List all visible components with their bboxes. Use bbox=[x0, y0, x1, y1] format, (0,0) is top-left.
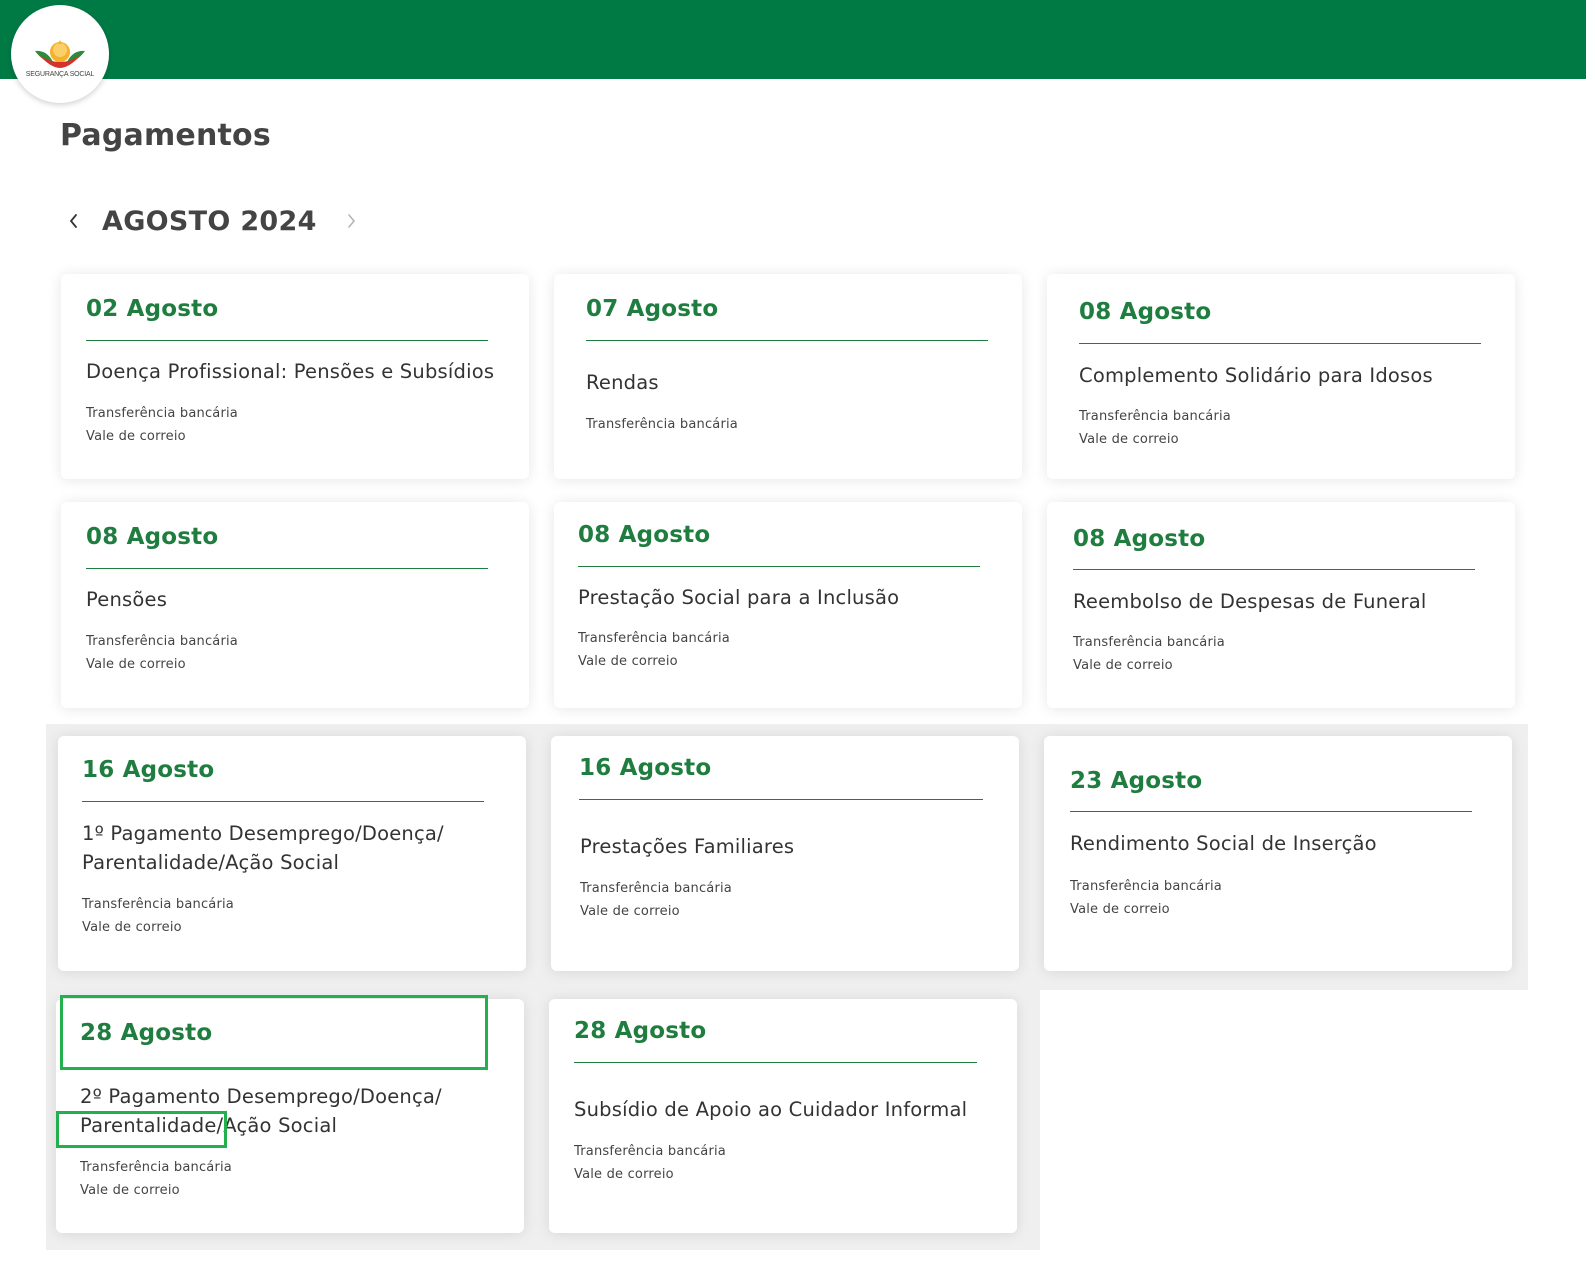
payment-method: Transferência bancária bbox=[580, 881, 732, 896]
card-divider bbox=[1073, 569, 1475, 570]
payment-card[interactable]: 08 Agosto Prestação Social para a Inclus… bbox=[554, 502, 1022, 708]
card-divider bbox=[82, 801, 484, 802]
payment-methods-list: Transferência bancária Vale de correio bbox=[1079, 405, 1231, 451]
payment-title: Pensões bbox=[86, 588, 168, 611]
payment-card[interactable]: 08 Agosto Complemento Solidário para Ido… bbox=[1047, 274, 1515, 479]
payment-method: Vale de correio bbox=[574, 1167, 674, 1182]
payment-methods-list: Transferência bancária Vale de correio bbox=[578, 627, 730, 673]
top-header-bar bbox=[0, 0, 1586, 79]
payment-title: 2º Pagamento Desemprego/Doença/ Parental… bbox=[80, 1082, 442, 1140]
payment-methods-list: Transferência bancária Vale de correio bbox=[580, 877, 732, 923]
payment-methods-list: Transferência bancária Vale de correio bbox=[1073, 631, 1225, 677]
payment-methods-list: Transferência bancária Vale de correio bbox=[86, 402, 238, 448]
seguranca-social-logo-icon bbox=[35, 40, 85, 68]
payment-method: Vale de correio bbox=[580, 904, 680, 919]
payment-method: Transferência bancária bbox=[80, 1160, 232, 1175]
payment-date: 28 Agosto bbox=[574, 1018, 707, 1044]
current-month-label: AGOSTO 2024 bbox=[102, 205, 317, 237]
payment-card[interactable]: 28 Agosto 2º Pagamento Desemprego/Doença… bbox=[56, 999, 524, 1233]
payment-method: Transferência bancária bbox=[86, 406, 238, 421]
payment-method: Transferência bancária bbox=[574, 1144, 726, 1159]
chevron-left-icon bbox=[69, 214, 77, 228]
payment-methods-list: Transferência bancária bbox=[586, 413, 738, 436]
card-divider bbox=[86, 340, 488, 341]
payment-title: Subsídio de Apoio ao Cuidador Informal bbox=[574, 1098, 968, 1121]
card-divider bbox=[586, 340, 988, 341]
payment-title: Reembolso de Despesas de Funeral bbox=[1073, 590, 1427, 613]
payment-title-line: 2º Pagamento Desemprego/Doença/ bbox=[80, 1085, 442, 1108]
payment-card[interactable]: 23 Agosto Rendimento Social de Inserção … bbox=[1044, 736, 1512, 971]
payment-title-line: 1º Pagamento Desemprego/Doença/ bbox=[82, 822, 444, 845]
payment-date: 08 Agosto bbox=[1079, 299, 1212, 325]
month-navigation: AGOSTO 2024 bbox=[62, 200, 363, 242]
payment-method: Vale de correio bbox=[1073, 658, 1173, 673]
payment-method: Transferência bancária bbox=[586, 417, 738, 432]
payment-title: 1º Pagamento Desemprego/Doença/ Parental… bbox=[82, 819, 444, 877]
next-month-button[interactable] bbox=[339, 209, 363, 233]
payment-date: 28 Agosto bbox=[80, 1020, 213, 1046]
payment-date: 16 Agosto bbox=[82, 757, 215, 783]
payment-card[interactable]: 08 Agosto Pensões Transferência bancária… bbox=[61, 502, 529, 708]
payment-title-line: Parentalidade/Ação Social bbox=[82, 851, 340, 874]
payment-card[interactable]: 02 Agosto Doença Profissional: Pensões e… bbox=[61, 274, 529, 479]
payment-methods-list: Transferência bancária Vale de correio bbox=[82, 893, 234, 939]
seguranca-social-logo[interactable]: SEGURANÇA SOCIAL bbox=[11, 5, 109, 103]
payment-method: Transferência bancária bbox=[1070, 879, 1222, 894]
payment-title: Complemento Solidário para Idosos bbox=[1079, 364, 1433, 387]
card-divider bbox=[579, 799, 983, 800]
logo-text: SEGURANÇA SOCIAL bbox=[25, 71, 95, 78]
payment-method: Transferência bancária bbox=[1079, 409, 1231, 424]
payment-methods-list: Transferência bancária Vale de correio bbox=[80, 1156, 232, 1202]
payment-card[interactable]: 16 Agosto 1º Pagamento Desemprego/Doença… bbox=[58, 736, 526, 971]
card-divider bbox=[1079, 343, 1481, 344]
payment-title: Rendas bbox=[586, 371, 659, 394]
payment-date: 02 Agosto bbox=[86, 296, 219, 322]
payment-date: 23 Agosto bbox=[1070, 768, 1203, 794]
payment-method: Transferência bancária bbox=[86, 634, 238, 649]
previous-month-button[interactable] bbox=[62, 209, 86, 233]
payment-title: Rendimento Social de Inserção bbox=[1070, 832, 1377, 855]
page-title: Pagamentos bbox=[60, 118, 271, 153]
payment-title-line: Parentalidade/Ação Social bbox=[80, 1114, 338, 1137]
payment-card[interactable]: 28 Agosto Subsídio de Apoio ao Cuidador … bbox=[549, 999, 1017, 1233]
payment-method: Vale de correio bbox=[86, 657, 186, 672]
payment-methods-list: Transferência bancária Vale de correio bbox=[86, 630, 238, 676]
payment-title: Prestação Social para a Inclusão bbox=[578, 586, 900, 609]
payment-method: Transferência bancária bbox=[578, 631, 730, 646]
payment-method: Vale de correio bbox=[82, 920, 182, 935]
payment-date: 08 Agosto bbox=[86, 524, 219, 550]
payment-date: 07 Agosto bbox=[586, 296, 719, 322]
payment-card[interactable]: 08 Agosto Reembolso de Despesas de Funer… bbox=[1047, 502, 1515, 708]
payment-card[interactable]: 16 Agosto Prestações Familiares Transfer… bbox=[551, 736, 1019, 971]
payment-methods-list: Transferência bancária Vale de correio bbox=[574, 1140, 726, 1186]
payment-method: Transferência bancária bbox=[82, 897, 234, 912]
payment-date: 08 Agosto bbox=[1073, 526, 1206, 552]
chevron-right-icon bbox=[347, 214, 355, 228]
card-divider bbox=[578, 566, 980, 567]
payment-date: 08 Agosto bbox=[578, 522, 711, 548]
card-divider bbox=[86, 568, 488, 569]
card-divider bbox=[574, 1062, 977, 1063]
payment-method: Vale de correio bbox=[80, 1183, 180, 1198]
payment-methods-list: Transferência bancária Vale de correio bbox=[1070, 875, 1222, 921]
payment-method: Vale de correio bbox=[1070, 902, 1170, 917]
payment-method: Transferência bancária bbox=[1073, 635, 1225, 650]
payment-title: Prestações Familiares bbox=[580, 835, 795, 858]
card-divider bbox=[1070, 811, 1472, 812]
payment-date: 16 Agosto bbox=[579, 755, 712, 781]
payment-method: Vale de correio bbox=[86, 429, 186, 444]
payment-method: Vale de correio bbox=[1079, 432, 1179, 447]
payment-title: Doença Profissional: Pensões e Subsídios bbox=[86, 360, 495, 383]
payment-method: Vale de correio bbox=[578, 654, 678, 669]
payment-card[interactable]: 07 Agosto Rendas Transferência bancária bbox=[554, 274, 1022, 479]
